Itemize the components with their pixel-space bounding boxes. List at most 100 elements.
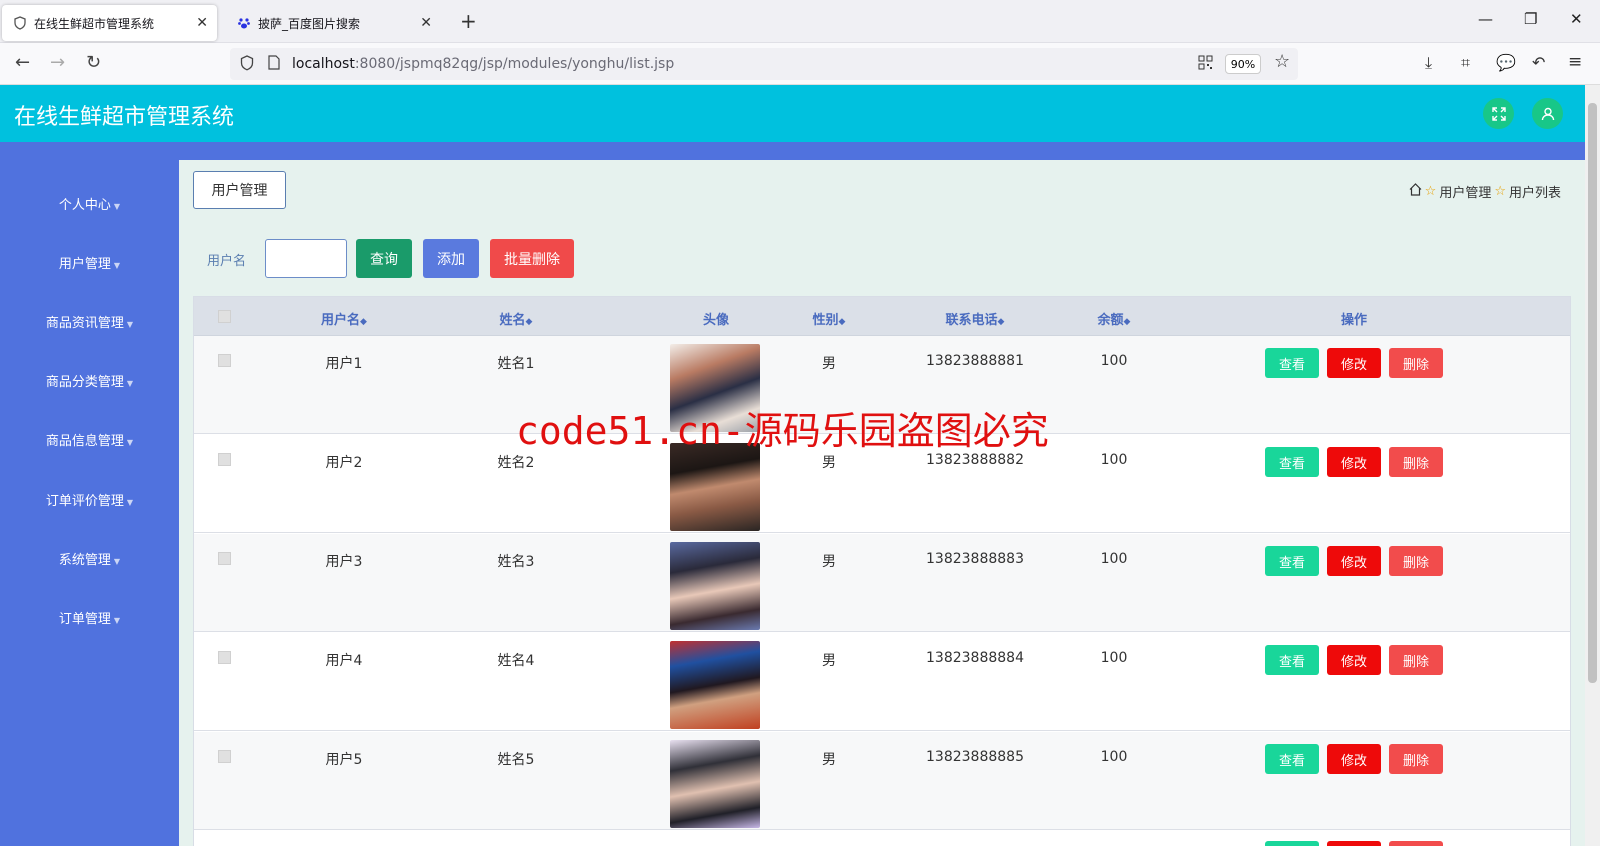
- row-checkbox[interactable]: [218, 552, 231, 565]
- edit-button[interactable]: 修改: [1327, 546, 1381, 576]
- bookmark-star-icon[interactable]: ☆: [1274, 51, 1290, 72]
- sidebar-item-orders[interactable]: 订单管理 ▼: [0, 608, 179, 627]
- reload-icon[interactable]: ↻: [86, 52, 101, 73]
- table-row: [194, 831, 1570, 846]
- cell-gender: 男: [822, 455, 836, 471]
- breadcrumb-item: 用户列表: [1508, 186, 1561, 201]
- sidebar-item-products[interactable]: 商品信息管理 ▼: [0, 430, 179, 449]
- sort-icon: ◆: [997, 317, 1005, 327]
- back-icon[interactable]: ←: [15, 52, 30, 73]
- chat-icon[interactable]: 💬: [1496, 53, 1516, 72]
- cell-balance: 100: [1100, 650, 1128, 666]
- edit-button[interactable]: [1327, 841, 1381, 846]
- cell-phone: 13823888881: [926, 353, 1024, 369]
- sidebar-item-personal-center[interactable]: 个人中心 ▼: [0, 194, 179, 213]
- edit-button[interactable]: 修改: [1327, 744, 1381, 774]
- column-header-name[interactable]: 姓名◆: [466, 309, 566, 328]
- home-icon[interactable]: [1409, 183, 1422, 200]
- cell-name: 姓名1: [497, 356, 535, 372]
- cell-phone: 13823888884: [926, 650, 1024, 666]
- zoom-level[interactable]: 90%: [1225, 54, 1261, 74]
- edit-button[interactable]: 修改: [1327, 447, 1381, 477]
- batch-delete-button[interactable]: 批量删除: [490, 239, 574, 278]
- delete-button[interactable]: [1389, 841, 1443, 846]
- sidebar-item-reviews[interactable]: 订单评价管理 ▼: [0, 490, 179, 509]
- qr-code-icon[interactable]: [1198, 55, 1213, 74]
- cell-gender: 男: [822, 653, 836, 669]
- sidebar-item-category[interactable]: 商品分类管理 ▼: [0, 371, 179, 390]
- fullscreen-icon[interactable]: [1483, 98, 1514, 129]
- view-button[interactable]: [1265, 841, 1319, 846]
- avatar: [670, 740, 760, 828]
- window-close-icon[interactable]: ✕: [1570, 10, 1583, 28]
- cell-username: 用户2: [325, 455, 363, 471]
- query-button[interactable]: 查询: [356, 239, 412, 278]
- baidu-paw-icon: [236, 15, 252, 31]
- view-button[interactable]: 查看: [1265, 546, 1319, 576]
- column-header-balance[interactable]: 余额◆: [1074, 309, 1154, 328]
- breadcrumb-item[interactable]: 用户管理: [1439, 182, 1491, 201]
- undo-icon[interactable]: ↶: [1532, 53, 1545, 72]
- cell-name: 姓名2: [497, 455, 535, 471]
- delete-button[interactable]: 删除: [1389, 546, 1443, 576]
- cell-balance: 100: [1100, 551, 1128, 567]
- close-icon[interactable]: ✕: [420, 15, 432, 31]
- section-title: 用户管理: [193, 171, 286, 209]
- delete-button[interactable]: 删除: [1389, 645, 1443, 675]
- column-header-phone[interactable]: 联系电话◆: [910, 309, 1040, 328]
- menu-icon[interactable]: ≡: [1568, 52, 1582, 72]
- caret-down-icon: ▼: [113, 616, 121, 625]
- cell-phone: 13823888883: [926, 551, 1024, 567]
- download-icon[interactable]: ⤓: [1425, 53, 1432, 73]
- caret-down-icon: ▼: [113, 557, 121, 566]
- cell-name: 姓名3: [497, 554, 535, 570]
- row-checkbox[interactable]: [218, 354, 231, 367]
- view-button[interactable]: 查看: [1265, 645, 1319, 675]
- table-row: 用户4 姓名4 男 13823888884 100 查看 修改 删除: [194, 633, 1570, 731]
- column-header-actions: 操作: [1340, 313, 1367, 328]
- add-button[interactable]: 添加: [423, 239, 479, 278]
- sort-icon: ◆: [360, 317, 367, 327]
- header-band: [0, 142, 1585, 160]
- delete-button[interactable]: 删除: [1389, 348, 1443, 378]
- cell-phone: 13823888885: [926, 749, 1024, 765]
- avatar: [670, 443, 760, 531]
- search-input[interactable]: [265, 239, 347, 278]
- sidebar-item-news[interactable]: 商品资讯管理 ▼: [0, 312, 179, 331]
- sidebar-item-system[interactable]: 系统管理 ▼: [0, 549, 179, 568]
- delete-button[interactable]: 删除: [1389, 447, 1443, 477]
- view-button[interactable]: 查看: [1265, 447, 1319, 477]
- tab-active[interactable]: 在线生鲜超市管理系统 ✕: [2, 5, 217, 41]
- app-header: 在线生鲜超市管理系统: [0, 85, 1585, 142]
- column-header-username[interactable]: 用户名◆: [294, 309, 394, 328]
- edit-button[interactable]: 修改: [1327, 348, 1381, 378]
- cell-gender: 男: [822, 752, 836, 768]
- cell-username: 用户5: [325, 752, 363, 768]
- column-header-gender[interactable]: 性别◆: [789, 309, 869, 328]
- user-icon[interactable]: [1532, 98, 1563, 129]
- scrollbar-thumb[interactable]: [1588, 103, 1597, 683]
- view-button[interactable]: 查看: [1265, 744, 1319, 774]
- cell-balance: 100: [1100, 749, 1128, 765]
- edit-button[interactable]: 修改: [1327, 645, 1381, 675]
- forward-icon[interactable]: →: [50, 52, 65, 73]
- row-checkbox[interactable]: [218, 750, 231, 763]
- caret-down-icon: ▼: [126, 498, 134, 507]
- tab-baidu[interactable]: 披萨_百度图片搜索 ✕: [226, 5, 441, 41]
- sidebar-item-users[interactable]: 用户管理 ▼: [0, 253, 179, 272]
- url-text: localhost:8080/jspmq82qg/jsp/modules/yon…: [292, 56, 675, 72]
- crop-icon[interactable]: ⌗: [1461, 53, 1470, 73]
- page-scrollbar[interactable]: [1585, 85, 1600, 846]
- view-button[interactable]: 查看: [1265, 348, 1319, 378]
- row-checkbox[interactable]: [218, 651, 231, 664]
- close-icon[interactable]: ✕: [196, 15, 208, 31]
- shield-icon: [240, 55, 254, 75]
- delete-button[interactable]: 删除: [1389, 744, 1443, 774]
- select-all-checkbox[interactable]: [218, 310, 231, 323]
- restore-icon[interactable]: ❐: [1524, 10, 1537, 28]
- row-checkbox[interactable]: [218, 453, 231, 466]
- cell-username: 用户3: [325, 554, 363, 570]
- sidebar-item-label: 系统管理: [58, 553, 111, 568]
- minimize-icon[interactable]: —: [1478, 10, 1493, 28]
- new-tab-icon[interactable]: +: [460, 9, 477, 33]
